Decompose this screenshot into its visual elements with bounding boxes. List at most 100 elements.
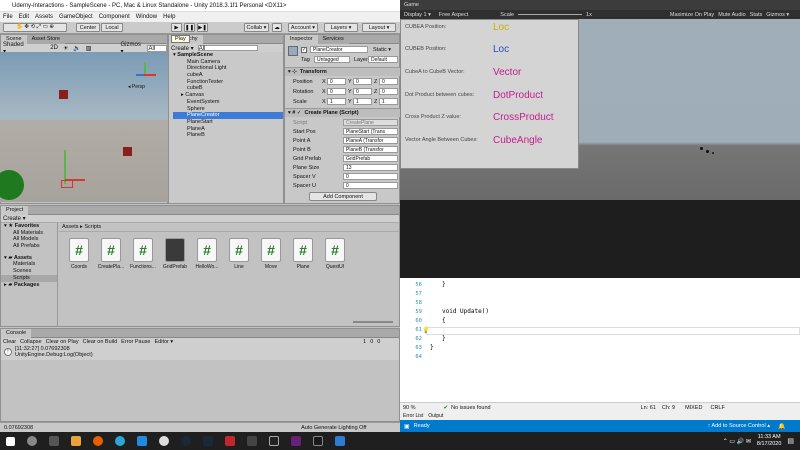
packages-folder[interactable]: ▸ ▰ Packages	[1, 282, 57, 289]
scene-viewport[interactable]: ◂ Persp	[0, 52, 168, 202]
position-y-field[interactable]: 0	[353, 78, 372, 85]
game-gizmos-dropdown[interactable]: Gizmos ▾	[766, 12, 789, 18]
step-button[interactable]: ▶❚	[197, 23, 208, 32]
hierarchy-create-button[interactable]: Create ▾	[171, 45, 194, 52]
assets-folder[interactable]: ▾ ▰ Assets	[1, 255, 57, 262]
grid-prefab-field[interactable]: GridPrefab	[343, 155, 398, 162]
whitespace-mode[interactable]: MIXED	[685, 405, 702, 411]
tab-output[interactable]: Output	[428, 413, 443, 419]
tab-error-list[interactable]: Error List	[403, 413, 423, 419]
scale-z-field[interactable]: 1	[379, 98, 398, 105]
unity-icon[interactable]	[269, 436, 279, 446]
hierarchy-item[interactable]: Sphere	[173, 106, 283, 113]
hierarchy-scene-root[interactable]: ▾ SampleScene	[173, 52, 283, 59]
add-component-button[interactable]: Add Component	[309, 192, 377, 201]
warning-count[interactable]: 0	[370, 339, 373, 345]
favorite-item[interactable]: All Models	[1, 236, 57, 243]
cube-object[interactable]	[123, 147, 132, 156]
menu-assets[interactable]: Assets	[35, 14, 53, 20]
maximize-on-play-toggle[interactable]: Maximize On Play	[670, 12, 714, 18]
tab-inspector[interactable]: Inspector	[285, 35, 318, 44]
hierarchy-item[interactable]: EventSystem	[173, 99, 283, 106]
layer-dropdown[interactable]: Default	[368, 56, 398, 63]
position-x-field[interactable]: 0	[327, 78, 346, 85]
search-icon[interactable]	[27, 436, 37, 446]
icon-size-slider[interactable]	[353, 321, 393, 323]
rotation-y-field[interactable]: 0	[353, 88, 372, 95]
tab-asset-store[interactable]: Asset Store	[26, 35, 66, 44]
rotation-z-field[interactable]: 0	[379, 88, 398, 95]
play-button[interactable]: ▶	[171, 23, 182, 32]
stats-toggle[interactable]: Stats	[750, 12, 763, 18]
script-file-icon[interactable]: #	[293, 238, 313, 262]
line-ending[interactable]: CRLF	[710, 405, 724, 411]
tag-dropdown[interactable]: Untagged	[314, 56, 350, 63]
script-file-icon[interactable]: #	[197, 238, 217, 262]
hierarchy-item[interactable]: cubeB	[173, 85, 283, 92]
console-editor-dropdown[interactable]: Editor ▾	[155, 339, 174, 345]
local-toggle-button[interactable]: Local	[101, 23, 123, 32]
plane-size-field[interactable]: 13	[343, 164, 398, 171]
code-line[interactable]: {	[442, 317, 446, 324]
steam-icon[interactable]	[181, 436, 191, 446]
unity-hub-icon[interactable]	[313, 436, 323, 446]
hierarchy-item[interactable]: PlaneA	[173, 126, 283, 133]
script-file-icon[interactable]: #	[69, 238, 89, 262]
tray-icons[interactable]: ⌃ ▭ 🔊 ✉	[723, 438, 751, 445]
file-explorer-icon[interactable]	[71, 436, 81, 446]
console-log-entry[interactable]: ! [11:32:27] 0.07692308 UnityEngine.Debu…	[1, 346, 399, 360]
display-dropdown[interactable]: Display 1 ▾	[404, 12, 431, 18]
lighting-icon[interactable]: ☀	[63, 45, 68, 52]
layers-button[interactable]: Layers ▾	[324, 23, 358, 32]
hierarchy-item[interactable]: Main Camera	[173, 59, 283, 66]
spacer-u-field[interactable]: 0	[343, 182, 398, 189]
script-file-icon[interactable]: #	[101, 238, 121, 262]
steam-store-icon[interactable]	[203, 436, 213, 446]
project-create-button[interactable]: Create ▾	[3, 215, 26, 222]
pause-button[interactable]: ❚❚	[184, 23, 195, 32]
code-line[interactable]: }	[442, 335, 446, 342]
scale-slider[interactable]	[518, 14, 583, 15]
hierarchy-item[interactable]: Directional Light	[173, 65, 283, 72]
script-file-icon[interactable]: #	[133, 238, 153, 262]
asset-folder-item[interactable]: Scenes	[1, 268, 57, 275]
windows-start-icon[interactable]	[6, 436, 15, 446]
menu-component[interactable]: Component	[99, 14, 130, 20]
tab-services[interactable]: Services	[317, 35, 349, 44]
object-name-field[interactable]: PlaneCreator	[310, 46, 368, 53]
asset-folder-item-selected[interactable]: Scripts	[1, 274, 57, 282]
audio-icon[interactable]: 🔈	[73, 45, 80, 52]
code-line[interactable]: void Update()	[442, 308, 489, 315]
script-file-icon[interactable]: #	[325, 238, 345, 262]
prefab-cube-icon[interactable]	[165, 238, 185, 262]
hierarchy-item[interactable]: FunctionTester	[173, 79, 283, 86]
spacer-v-field[interactable]: 0	[343, 173, 398, 180]
aspect-dropdown[interactable]: Free Aspect	[439, 12, 468, 18]
error-count[interactable]: 0	[377, 339, 380, 345]
2d-toggle[interactable]: 2D	[50, 45, 58, 51]
taskbar-clock[interactable]: 11:33 AM 8/17/2020	[757, 434, 781, 448]
static-dropdown[interactable]: Static ▾	[373, 47, 391, 53]
hierarchy-item[interactable]: PlaneB	[173, 132, 283, 139]
menu-file[interactable]: File	[3, 14, 13, 20]
transform-header[interactable]: ▾ ⊹ Transform	[285, 67, 400, 76]
scale-y-field[interactable]: 1	[353, 98, 372, 105]
layout-button[interactable]: Layout ▾	[362, 23, 396, 32]
script-file-icon[interactable]: #	[261, 238, 281, 262]
zoom-dropdown[interactable]: 90 %	[403, 405, 416, 411]
code-editor[interactable]: 56 } 57 58 59 void Update() 60 { 61 💡 62…	[400, 278, 800, 402]
mute-audio-toggle[interactable]: Mute Audio	[718, 12, 746, 18]
favorites-folder[interactable]: ▾ ★ Favorites	[1, 223, 57, 230]
tab-game[interactable]: Game	[404, 2, 419, 8]
account-button[interactable]: Account ▾	[288, 23, 318, 32]
code-line[interactable]: }	[430, 344, 434, 351]
edge-icon[interactable]	[115, 436, 125, 446]
perspective-label[interactable]: ◂ Persp	[128, 84, 145, 90]
transform-tools[interactable]: ✋ ✥ ⟲ ⤢ ▭ ⊕	[3, 23, 67, 32]
code-line[interactable]: }	[442, 281, 446, 288]
point-a-field[interactable]: PlaneA (Transfor	[343, 137, 398, 144]
photos-icon[interactable]	[137, 436, 147, 446]
hierarchy-item-canvas[interactable]: ▸ Canvas	[173, 92, 283, 99]
hierarchy-item[interactable]: PlaneStart	[173, 119, 283, 126]
start-pos-field[interactable]: PlaneStart (Trans	[343, 128, 398, 135]
